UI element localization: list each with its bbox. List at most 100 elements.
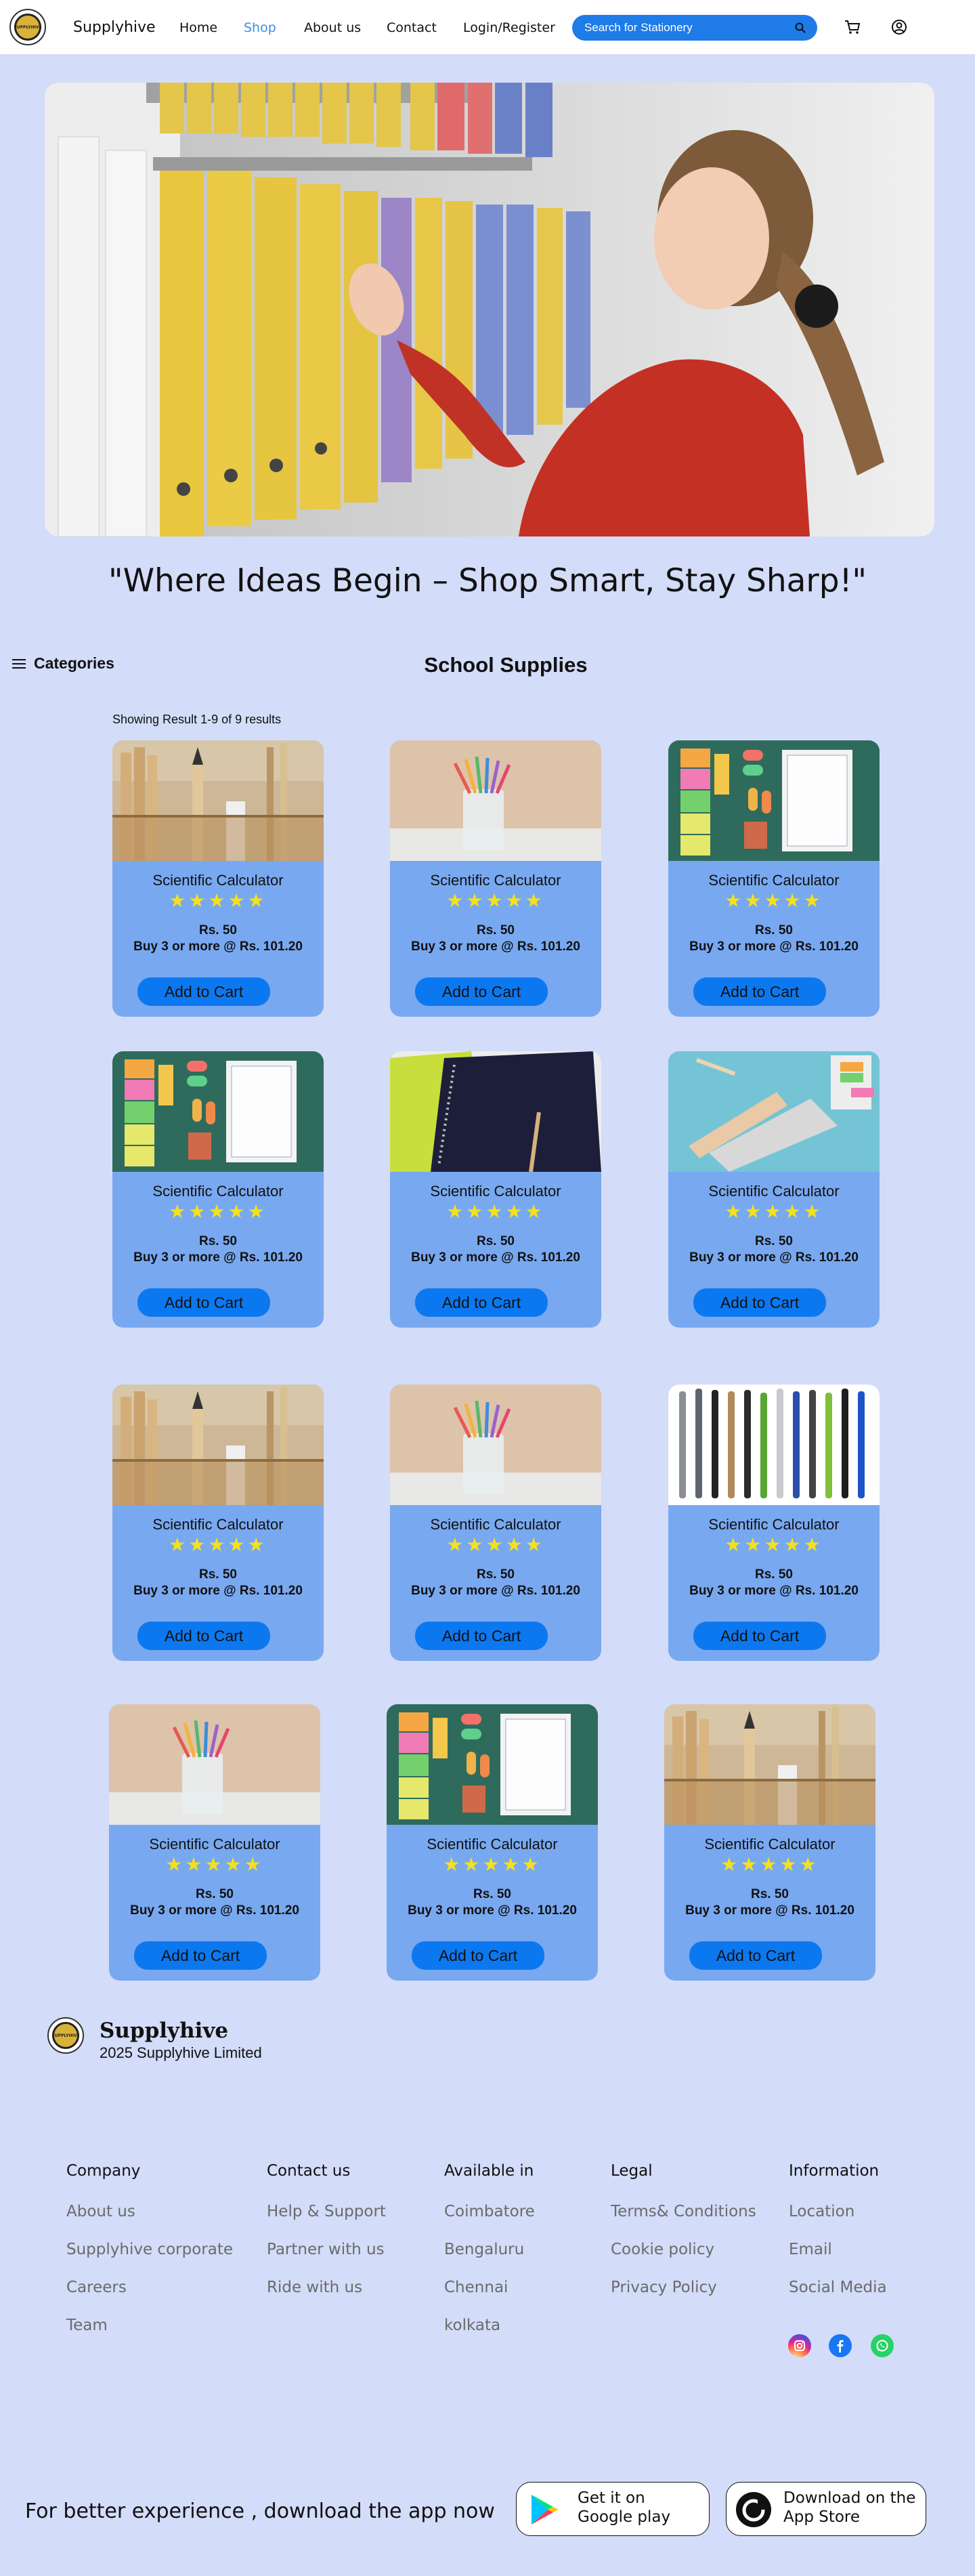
nav-shop[interactable]: Shop: [244, 20, 276, 35]
product-price: Rs. 50: [751, 1887, 789, 1901]
google-play-button[interactable]: Get it on Google play: [516, 2482, 710, 2536]
footer-link[interactable]: Email: [789, 2241, 887, 2258]
product-card[interactable]: Scientific Calculator ★★★★★ Rs. 50 Buy 3 or…: [112, 740, 324, 1017]
add-to-cart-button[interactable]: Add to Cart: [137, 1622, 270, 1650]
add-to-cart-button[interactable]: Add to Cart: [693, 977, 826, 1006]
product-card[interactable]: Scientific Calculator ★★★★★ Rs. 50 Buy 3 or…: [390, 1385, 601, 1661]
product-name[interactable]: Scientific Calculator: [112, 872, 324, 889]
footer-link[interactable]: Chennai: [444, 2279, 535, 2296]
search-icon[interactable]: [794, 22, 806, 34]
product-name[interactable]: Scientific Calculator: [109, 1836, 320, 1853]
add-to-cart-button[interactable]: Add to Cart: [693, 1622, 826, 1650]
add-to-cart-button[interactable]: Add to Cart: [134, 1941, 267, 1970]
product-image[interactable]: [668, 1385, 880, 1505]
product-card[interactable]: Scientific Calculator ★★★★★ Rs. 50 Buy 3 or…: [112, 1051, 324, 1328]
footer-link[interactable]: Help & Support: [267, 2203, 386, 2220]
product-image[interactable]: [668, 740, 880, 861]
product-card[interactable]: Scientific Calculator ★★★★★ Rs. 50 Buy 3 or…: [668, 1385, 880, 1661]
bulk-price: Buy 3 or more @ Rs. 101.20: [133, 1584, 303, 1598]
product-name[interactable]: Scientific Calculator: [112, 1516, 324, 1534]
add-to-cart-button[interactable]: Add to Cart: [415, 1288, 548, 1317]
footer-link[interactable]: Team: [66, 2317, 233, 2334]
cart-icon[interactable]: [844, 18, 861, 36]
product-card[interactable]: Scientific Calculator ★★★★★ Rs. 50 Buy 3 or…: [390, 1051, 601, 1328]
product-card[interactable]: Scientific Calculator ★★★★★ Rs. 50 Buy 3 or…: [668, 740, 880, 1017]
product-name[interactable]: Scientific Calculator: [668, 1183, 880, 1200]
product-name[interactable]: Scientific Calculator: [387, 1836, 598, 1853]
product-image[interactable]: [390, 1051, 601, 1172]
product-name[interactable]: Scientific Calculator: [664, 1836, 875, 1853]
product-image[interactable]: [664, 1704, 875, 1825]
footer-link[interactable]: Partner with us: [267, 2241, 386, 2258]
add-to-cart-button[interactable]: Add to Cart: [689, 1941, 822, 1970]
instagram-icon[interactable]: [788, 2334, 811, 2357]
product-name[interactable]: Scientific Calculator: [390, 1183, 601, 1200]
footer-link[interactable]: Terms& Conditions: [611, 2203, 756, 2220]
product-price: Rs. 50: [755, 1567, 793, 1582]
product-image[interactable]: [668, 1051, 880, 1172]
app-store-button[interactable]: Download on the App Store: [726, 2482, 926, 2536]
product-image[interactable]: [112, 740, 324, 861]
search-input[interactable]: [584, 21, 787, 35]
product-name[interactable]: Scientific Calculator: [390, 1516, 601, 1534]
rating-stars: ★★★★★: [446, 1201, 545, 1222]
navbar: SUPPLYHIVE Supplyhive Home Shop About us…: [0, 0, 975, 54]
add-to-cart-button[interactable]: Add to Cart: [415, 977, 548, 1006]
product-image[interactable]: [390, 1385, 601, 1505]
add-to-cart-button[interactable]: Add to Cart: [137, 977, 270, 1006]
rating-stars: ★★★★★: [165, 1854, 264, 1875]
nav-login-register[interactable]: Login/Register: [463, 20, 555, 35]
product-name[interactable]: Scientific Calculator: [390, 872, 601, 889]
section-title: School Supplies: [424, 653, 588, 677]
rating-stars: ★★★★★: [446, 1534, 545, 1555]
footer-link[interactable]: Location: [789, 2203, 887, 2220]
product-card[interactable]: Scientific Calculator ★★★★★ Rs. 50 Buy 3 or…: [664, 1704, 875, 1981]
add-to-cart-button[interactable]: Add to Cart: [415, 1622, 548, 1650]
product-card[interactable]: Scientific Calculator ★★★★★ Rs. 50 Buy 3 or…: [668, 1051, 880, 1328]
product-card[interactable]: Scientific Calculator ★★★★★ Rs. 50 Buy 3 or…: [390, 740, 601, 1017]
footer-link[interactable]: Cookie policy: [611, 2241, 756, 2258]
footer-col-available: Available in Coimbatore Bengaluru Chenna…: [444, 2162, 535, 2355]
whatsapp-icon[interactable]: [871, 2334, 894, 2357]
hero-photo-girl-with-binders: [45, 83, 934, 536]
product-name[interactable]: Scientific Calculator: [112, 1183, 324, 1200]
search-bar: [572, 15, 817, 41]
nav-home[interactable]: Home: [179, 20, 217, 35]
facebook-icon[interactable]: [829, 2334, 852, 2357]
bulk-price: Buy 3 or more @ Rs. 101.20: [685, 1903, 854, 1918]
footer-col-title: Available in: [444, 2162, 534, 2180]
footer-link[interactable]: Ride with us: [267, 2279, 386, 2296]
product-image[interactable]: [112, 1385, 324, 1505]
product-card[interactable]: Scientific Calculator ★★★★★ Rs. 50 Buy 3 or…: [112, 1385, 324, 1661]
footer-link[interactable]: Careers: [66, 2279, 233, 2296]
product-image[interactable]: [390, 740, 601, 861]
product-image[interactable]: [112, 1051, 324, 1172]
footer-link[interactable]: Privacy Policy: [611, 2279, 756, 2296]
footer-logo[interactable]: SUPPLYHIVE: [47, 2017, 84, 2054]
add-to-cart-button[interactable]: Add to Cart: [693, 1288, 826, 1317]
footer-link[interactable]: About us: [66, 2203, 233, 2220]
user-icon[interactable]: [890, 18, 908, 36]
product-price: Rs. 50: [199, 923, 237, 937]
product-image[interactable]: [387, 1704, 598, 1825]
footer-link[interactable]: kolkata: [444, 2317, 535, 2334]
add-to-cart-button[interactable]: Add to Cart: [137, 1288, 270, 1317]
logo[interactable]: SUPPLYHIVE: [9, 9, 46, 45]
product-price: Rs. 50: [477, 1234, 515, 1248]
footer-link[interactable]: Supplyhive corporate: [66, 2241, 233, 2258]
product-name[interactable]: Scientific Calculator: [668, 1516, 880, 1534]
nav-contact[interactable]: Contact: [387, 20, 437, 35]
product-card[interactable]: Scientific Calculator ★★★★★ Rs. 50 Buy 3 or…: [109, 1704, 320, 1981]
nav-about[interactable]: About us: [304, 20, 361, 35]
brand-name[interactable]: Supplyhive: [73, 19, 156, 36]
logo-emblem: SUPPLYHIVE: [14, 14, 42, 41]
footer-link[interactable]: Social Media: [789, 2279, 887, 2296]
product-name[interactable]: Scientific Calculator: [668, 872, 880, 889]
footer-link[interactable]: Bengaluru: [444, 2241, 535, 2258]
product-image[interactable]: [109, 1704, 320, 1825]
product-card[interactable]: Scientific Calculator ★★★★★ Rs. 50 Buy 3 or…: [387, 1704, 598, 1981]
add-to-cart-button[interactable]: Add to Cart: [412, 1941, 544, 1970]
hero-tagline: "Where Ideas Begin – Shop Smart, Stay Sh…: [108, 562, 867, 599]
footer-link[interactable]: Coimbatore: [444, 2203, 535, 2220]
google-play-line2: Google play: [578, 2508, 671, 2526]
